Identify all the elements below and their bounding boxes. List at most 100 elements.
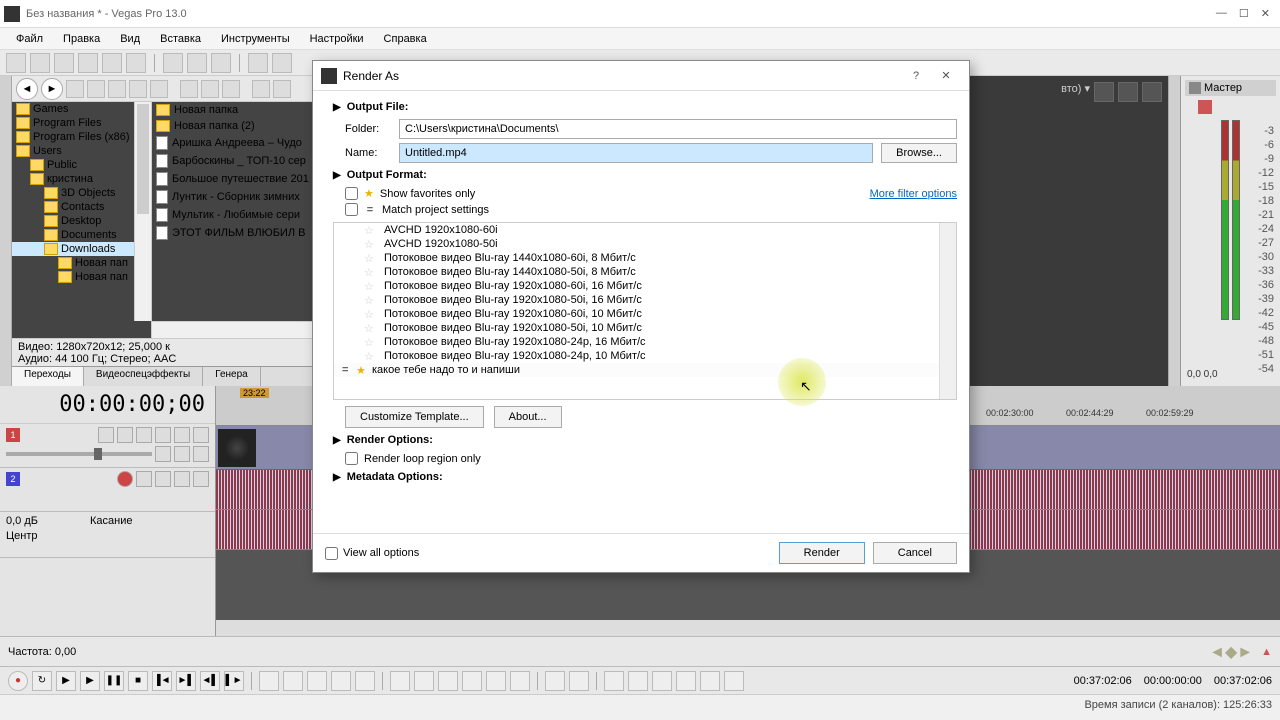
file-item[interactable]: Новая папка (2) bbox=[152, 118, 324, 134]
about-button[interactable]: About... bbox=[494, 406, 562, 428]
render-button[interactable]: Render bbox=[779, 542, 865, 564]
record-button[interactable]: ● bbox=[8, 671, 28, 691]
tool-button[interactable] bbox=[486, 671, 506, 691]
scrollbar-vertical[interactable] bbox=[939, 223, 956, 399]
track-button[interactable] bbox=[136, 471, 152, 487]
window-close[interactable]: ✕ bbox=[1261, 7, 1270, 20]
timeline-scrollbar[interactable] bbox=[216, 620, 1280, 636]
marker-button[interactable] bbox=[569, 671, 589, 691]
open-button[interactable] bbox=[30, 53, 50, 73]
toolbar-button[interactable] bbox=[102, 53, 122, 73]
star-icon[interactable]: ☆ bbox=[364, 280, 374, 293]
loop-button[interactable]: ↻ bbox=[32, 671, 52, 691]
preview-button[interactable] bbox=[1094, 82, 1114, 102]
star-icon[interactable]: ☆ bbox=[364, 294, 374, 307]
metadata-options-section[interactable]: ▶ Metadata Options: bbox=[333, 471, 957, 483]
track-mute-button[interactable] bbox=[174, 471, 190, 487]
cancel-button[interactable]: Cancel bbox=[873, 542, 957, 564]
file-list[interactable]: Новая папкаНовая папка (2)Аришка Андреев… bbox=[152, 102, 324, 338]
filename-input[interactable]: Untitled.mp4 bbox=[399, 143, 873, 163]
tool-button[interactable] bbox=[414, 671, 434, 691]
track-button[interactable] bbox=[98, 427, 114, 443]
render-options-section[interactable]: ▶ Render Options: bbox=[333, 434, 957, 446]
explorer-button[interactable] bbox=[108, 80, 126, 98]
tool-button[interactable] bbox=[390, 671, 410, 691]
track-button[interactable] bbox=[155, 446, 171, 462]
file-item[interactable]: Новая папка bbox=[152, 102, 324, 118]
format-item[interactable]: ☆Потоковое видео Blu-ray 1920x1080-60i, … bbox=[334, 307, 956, 321]
tree-item[interactable]: Downloads bbox=[12, 242, 151, 256]
nav-back-button[interactable]: ◄ bbox=[16, 78, 38, 100]
track-button[interactable] bbox=[136, 427, 152, 443]
preview-button[interactable] bbox=[1142, 82, 1162, 102]
master-button[interactable] bbox=[1198, 100, 1212, 114]
audio-track-header[interactable]: 2 bbox=[0, 468, 215, 512]
output-format-section[interactable]: ▶ Output Format: bbox=[333, 169, 957, 181]
scrub-control[interactable]: ◄◆► bbox=[1209, 642, 1253, 662]
master-button[interactable] bbox=[1249, 100, 1263, 114]
explorer-button[interactable] bbox=[150, 80, 168, 98]
prev-frame-button[interactable]: ◄▌ bbox=[200, 671, 220, 691]
star-icon[interactable]: ☆ bbox=[364, 224, 374, 237]
scrollbar-vertical[interactable] bbox=[134, 102, 151, 321]
master-button[interactable] bbox=[1215, 100, 1229, 114]
browse-button[interactable]: Browse... bbox=[881, 143, 957, 163]
master-button[interactable] bbox=[1232, 100, 1246, 114]
tree-item[interactable]: 3D Objects bbox=[12, 186, 151, 200]
go-start-button[interactable]: ▐◄ bbox=[152, 671, 172, 691]
star-icon[interactable]: ☆ bbox=[364, 350, 374, 363]
menu-item[interactable]: Вид bbox=[112, 30, 148, 48]
show-favorites-checkbox[interactable] bbox=[345, 187, 358, 200]
window-maximize[interactable]: ☐ bbox=[1239, 7, 1249, 20]
track-solo-button[interactable] bbox=[193, 427, 209, 443]
star-icon[interactable]: ☆ bbox=[364, 238, 374, 251]
folder-input[interactable]: C:\Users\кристина\Documents\ bbox=[399, 119, 957, 139]
play-button[interactable] bbox=[180, 80, 198, 98]
stop-button[interactable]: ■ bbox=[128, 671, 148, 691]
explorer-tab[interactable]: Генера bbox=[203, 367, 261, 386]
folder-tree[interactable]: GamesProgram FilesProgram Files (x86)Use… bbox=[12, 102, 152, 338]
tool-button[interactable] bbox=[307, 671, 327, 691]
tree-item[interactable]: Desktop bbox=[12, 214, 151, 228]
file-item[interactable]: Лунтик - Сборник зимних bbox=[152, 188, 324, 206]
explorer-button[interactable] bbox=[222, 80, 240, 98]
scrollbar-horizontal[interactable] bbox=[152, 321, 324, 338]
format-item[interactable]: ☆AVCHD 1920x1080-50i bbox=[334, 237, 956, 251]
paste-button[interactable] bbox=[211, 53, 231, 73]
star-icon[interactable]: ☆ bbox=[364, 308, 374, 321]
view-all-checkbox[interactable] bbox=[325, 547, 338, 560]
nav-forward-button[interactable]: ► bbox=[41, 78, 63, 100]
dialog-help-button[interactable]: ? bbox=[901, 70, 931, 82]
file-item[interactable]: Аришка Андреева – Чудо bbox=[152, 134, 324, 152]
toolbar-button[interactable] bbox=[78, 53, 98, 73]
copy-button[interactable] bbox=[187, 53, 207, 73]
menu-item[interactable]: Файл bbox=[8, 30, 51, 48]
star-icon[interactable]: ☆ bbox=[364, 336, 374, 349]
format-item[interactable]: ☆Потоковое видео Blu-ray 1440x1080-60i, … bbox=[334, 251, 956, 265]
timecode-display[interactable]: 00:00:00;00 bbox=[0, 386, 215, 424]
tree-item[interactable]: Public bbox=[12, 158, 151, 172]
tree-item[interactable]: Program Files bbox=[12, 116, 151, 130]
play-button[interactable]: ▶ bbox=[80, 671, 100, 691]
explorer-button[interactable] bbox=[87, 80, 105, 98]
new-project-button[interactable] bbox=[6, 53, 26, 73]
file-item[interactable]: Мультик - Любимые сери bbox=[152, 206, 324, 224]
video-track-header[interactable]: 1 bbox=[0, 424, 215, 468]
dialog-close-button[interactable]: ✕ bbox=[931, 69, 961, 82]
explorer-tab[interactable]: Видеоспецэффекты bbox=[84, 367, 203, 386]
format-item[interactable]: ☆AVCHD 1920x1080-60i bbox=[334, 223, 956, 237]
tool-button[interactable] bbox=[462, 671, 482, 691]
time-start[interactable]: 00:37:02:06 bbox=[1074, 675, 1132, 687]
time-end[interactable]: 00:37:02:06 bbox=[1214, 675, 1272, 687]
automation-mode[interactable]: Касание bbox=[90, 515, 132, 527]
star-icon[interactable]: ☆ bbox=[364, 322, 374, 335]
tool-button[interactable] bbox=[355, 671, 375, 691]
dialog-titlebar[interactable]: Render As ? ✕ bbox=[313, 61, 969, 91]
menu-item[interactable]: Инструменты bbox=[213, 30, 298, 48]
track-level-slider[interactable] bbox=[6, 452, 152, 456]
tree-item[interactable]: Games bbox=[12, 102, 151, 116]
next-frame-button[interactable]: ▌► bbox=[224, 671, 244, 691]
undo-button[interactable] bbox=[248, 53, 268, 73]
match-project-checkbox[interactable] bbox=[345, 203, 358, 216]
format-item-custom[interactable]: =★какое тебе надо то и напиши bbox=[334, 363, 956, 377]
